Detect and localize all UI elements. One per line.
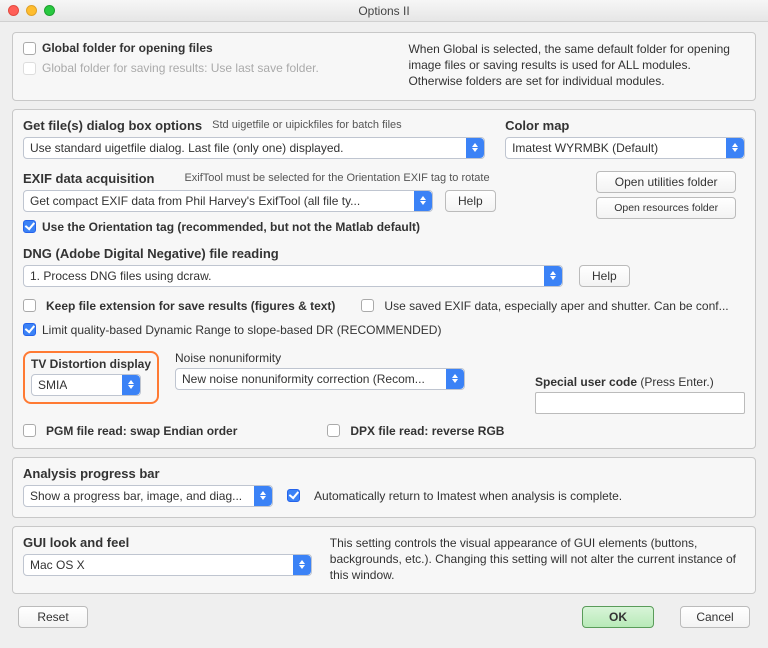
orientation-label: Use the Orientation tag (recommended, bu… <box>42 220 420 234</box>
gui-description: This setting controls the visual appeara… <box>330 535 745 584</box>
footer: Reset OK Cancel <box>12 602 756 636</box>
tv-distortion-select[interactable]: SMIA <box>31 374 141 396</box>
exif-help-button[interactable]: Help <box>445 190 496 212</box>
panel-gui: GUI look and feel Mac OS X This setting … <box>12 526 756 595</box>
gui-select[interactable]: Mac OS X <box>23 554 312 576</box>
pgm-checkbox[interactable] <box>23 424 36 437</box>
progress-select[interactable]: Show a progress bar, image, and diag... <box>23 485 273 507</box>
global-open-label: Global folder for opening files <box>42 41 213 55</box>
exif-select[interactable]: Get compact EXIF data from Phil Harvey's… <box>23 190 433 212</box>
progress-label: Analysis progress bar <box>23 466 745 481</box>
getfile-select[interactable]: Use standard uigetfile dialog. Last file… <box>23 137 485 159</box>
chevron-updown-icon <box>414 191 432 211</box>
dng-select[interactable]: 1. Process DNG files using dcraw. <box>23 265 563 287</box>
cancel-button[interactable]: Cancel <box>680 606 750 628</box>
panel-progress: Analysis progress bar Show a progress ba… <box>12 457 756 518</box>
chevron-updown-icon <box>254 486 272 506</box>
exif-sub: ExifTool must be selected for the Orient… <box>184 172 489 184</box>
reset-button[interactable]: Reset <box>18 606 88 628</box>
panel-global-folder: Global folder for opening files Global f… <box>12 32 756 101</box>
gui-label: GUI look and feel <box>23 535 312 550</box>
colormap-select[interactable]: Imatest WYRMBK (Default) <box>505 137 745 159</box>
dpx-checkbox[interactable] <box>327 424 340 437</box>
options-window: Options II Global folder for opening fil… <box>0 0 768 648</box>
keep-ext-checkbox[interactable] <box>23 299 36 312</box>
open-utilities-button[interactable]: Open utilities folder <box>596 171 736 193</box>
chevron-updown-icon <box>122 375 140 395</box>
pgm-label: PGM file read: swap Endian order <box>46 424 237 438</box>
exif-label: EXIF data acquisition <box>23 171 154 186</box>
tv-distortion-label: TV Distortion display <box>31 357 151 371</box>
dpx-label: DPX file read: reverse RGB <box>350 424 504 438</box>
noise-select[interactable]: New noise nonuniformity correction (Reco… <box>175 368 465 390</box>
limit-dr-checkbox[interactable] <box>23 323 36 336</box>
getfile-sub: Std uigetfile or uipickfiles for batch f… <box>212 119 402 131</box>
tv-distortion-highlight: TV Distortion display SMIA <box>23 351 159 404</box>
titlebar: Options II <box>0 0 768 22</box>
use-saved-exif-checkbox[interactable] <box>361 299 374 312</box>
keep-ext-label: Keep file extension for save results (fi… <box>46 299 335 313</box>
usercode-input[interactable] <box>535 392 745 414</box>
global-folder-description: When Global is selected, the same defaul… <box>408 41 745 90</box>
chevron-updown-icon <box>466 138 484 158</box>
dng-label: DNG (Adobe Digital Negative) file readin… <box>23 246 745 261</box>
global-open-checkbox[interactable] <box>23 42 36 55</box>
use-saved-exif-label: Use saved EXIF data, especially aper and… <box>384 299 728 313</box>
getfile-label: Get file(s) dialog box options <box>23 118 202 133</box>
colormap-label: Color map <box>505 118 745 133</box>
chevron-updown-icon <box>446 369 464 389</box>
chevron-updown-icon <box>726 138 744 158</box>
limit-dr-label: Limit quality-based Dynamic Range to slo… <box>42 323 441 337</box>
panel-main-options: Get file(s) dialog box options Std uiget… <box>12 109 756 449</box>
window-title: Options II <box>0 4 768 18</box>
auto-return-checkbox[interactable] <box>287 489 300 502</box>
orientation-checkbox[interactable] <box>23 220 36 233</box>
auto-return-label: Automatically return to Imatest when ana… <box>314 489 622 503</box>
dng-help-button[interactable]: Help <box>579 265 630 287</box>
chevron-updown-icon <box>544 266 562 286</box>
open-resources-button[interactable]: Open resources folder <box>596 197 736 219</box>
usercode-hint: (Press Enter.) <box>640 375 713 389</box>
ok-button[interactable]: OK <box>582 606 654 628</box>
usercode-label: Special user code <box>535 375 637 389</box>
chevron-updown-icon <box>293 555 311 575</box>
noise-label: Noise nonuniformity <box>175 351 465 365</box>
global-save-label: Global folder for saving results: Use la… <box>42 61 319 75</box>
global-save-checkbox[interactable] <box>23 62 36 75</box>
